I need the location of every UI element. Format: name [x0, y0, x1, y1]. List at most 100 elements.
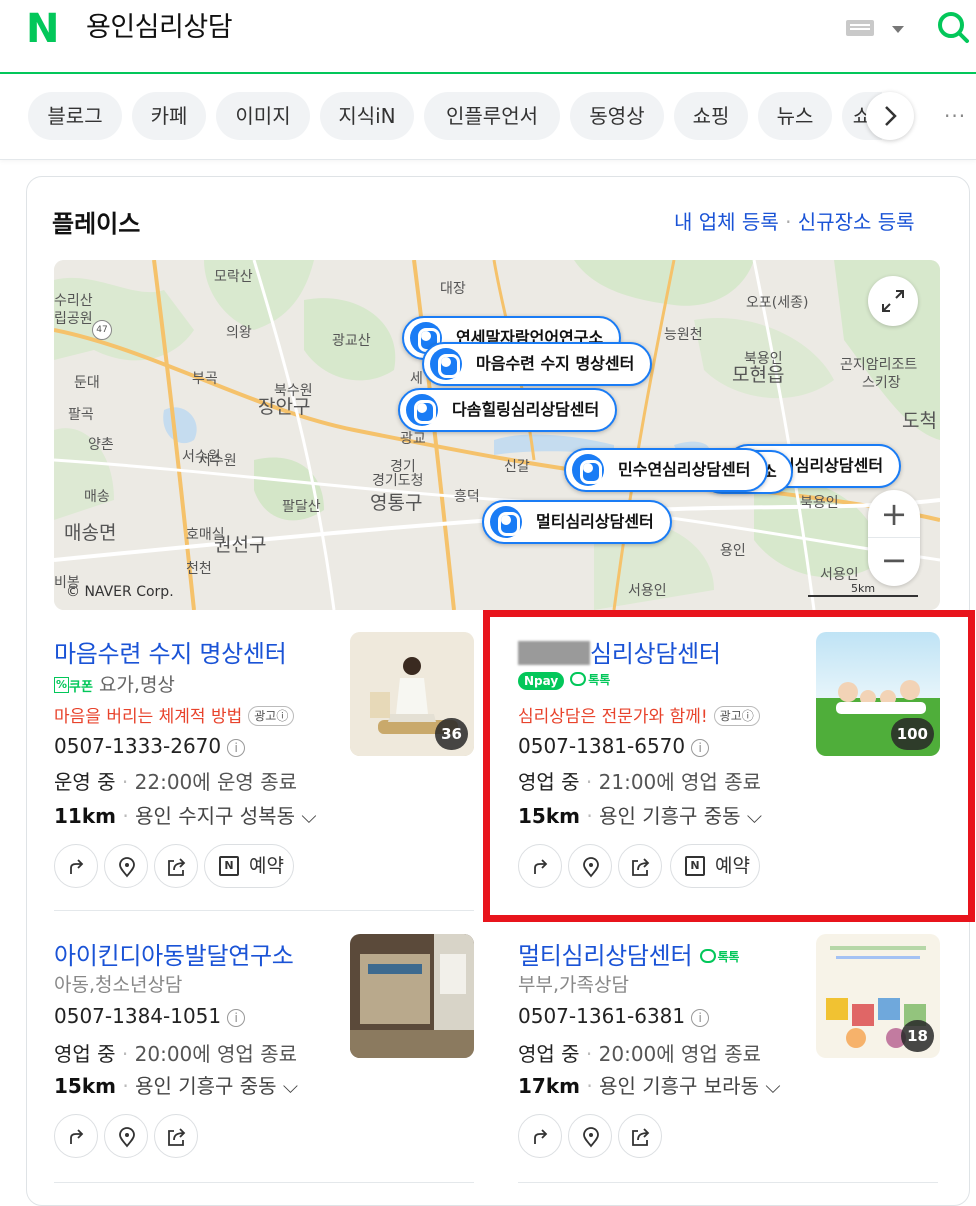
- listing-title[interactable]: 멀티심리상담센터 톡톡: [518, 936, 739, 971]
- map-label: 경기: [390, 459, 416, 475]
- register-new-place-link[interactable]: 신규장소 등록: [798, 210, 915, 234]
- tab-news[interactable]: 뉴스: [758, 92, 832, 140]
- keyboard-icon[interactable]: [846, 20, 874, 36]
- map-pin[interactable]: 민수연심리상담센터: [564, 448, 769, 492]
- directions-button[interactable]: [518, 1114, 562, 1158]
- map-label: 능원천: [664, 327, 703, 343]
- map-label: 북수원: [274, 383, 313, 399]
- tab-video[interactable]: 동영상: [570, 92, 664, 140]
- tab-blog[interactable]: 블로그: [28, 92, 122, 140]
- directions-icon: [534, 1129, 548, 1144]
- ad-badge[interactable]: 광고ⓘ: [248, 706, 295, 726]
- search-query[interactable]: 용인심리상담: [86, 10, 233, 46]
- listing-hours: 운영 중 · 22:00에 운영 종료: [54, 770, 297, 794]
- share-button[interactable]: [154, 1114, 198, 1158]
- directions-button[interactable]: [54, 1114, 98, 1158]
- tab-influencer[interactable]: 인플루언서: [424, 92, 560, 140]
- listing-phone: 0507-1384-1051 i: [54, 1004, 246, 1028]
- listing-thumbnail[interactable]: 36: [350, 632, 474, 756]
- map-label: 둔대: [74, 375, 100, 391]
- listing-thumbnail[interactable]: [350, 934, 474, 1058]
- map-label: 모락산: [214, 269, 253, 285]
- divider: [54, 1182, 474, 1183]
- location-icon: [119, 857, 135, 878]
- expand-map-button[interactable]: [868, 276, 918, 326]
- reserve-button[interactable]: N 예약: [204, 844, 294, 888]
- location-button[interactable]: [104, 1114, 148, 1158]
- map-label: 곤지암리조트: [840, 357, 918, 373]
- location-button[interactable]: [568, 1114, 612, 1158]
- location-pin-icon: [430, 348, 462, 380]
- location-button[interactable]: [104, 844, 148, 888]
- location-pin-icon: [490, 506, 522, 538]
- map-label: 북용인: [800, 495, 839, 511]
- map-label: 용인: [720, 543, 746, 559]
- share-icon: [632, 1128, 650, 1146]
- tab-image[interactable]: 이미지: [216, 92, 310, 140]
- listing-category: 아동,청소년상담: [54, 974, 183, 996]
- coupon-icon: %: [54, 677, 70, 693]
- chevron-down-icon[interactable]: [892, 26, 904, 33]
- listing-phone: 0507-1361-6381 i: [518, 1004, 710, 1028]
- listing-distance[interactable]: 11km · 용인 수지구 성복동 ⌵: [54, 800, 317, 829]
- map-pin[interactable]: 다솜힐링심리상담센터: [398, 388, 618, 432]
- map-label: 서수원: [198, 453, 237, 469]
- tabs-next-button[interactable]: [866, 92, 914, 140]
- map-label: 매송면: [64, 522, 117, 544]
- map-label: 신갈: [504, 459, 530, 475]
- map-label: 서용인: [820, 567, 859, 583]
- more-icon[interactable]: ···: [944, 104, 966, 128]
- listing-title[interactable]: 마음수련 수지 명상센터: [54, 634, 287, 669]
- share-button[interactable]: [154, 844, 198, 888]
- register-my-business-link[interactable]: 내 업체 등록: [674, 210, 779, 234]
- photo-count-badge: 18: [901, 1020, 934, 1052]
- map-label: 모현읍: [732, 364, 785, 386]
- map-label: 수리산: [54, 293, 93, 309]
- tab-shopping[interactable]: 쇼핑: [674, 92, 748, 140]
- listing-promo: 마음을 버리는 체계적 방법 광고ⓘ: [54, 702, 295, 727]
- map-label: 오포(세종): [746, 295, 809, 311]
- zoom-in-button[interactable]: +: [868, 490, 920, 538]
- naver-logo[interactable]: N: [26, 9, 64, 49]
- chat-icon: [699, 949, 716, 963]
- map-pin[interactable]: 멀티심리상담센터: [482, 500, 672, 544]
- map-label: 의왕: [226, 325, 252, 341]
- listing-phone: 0507-1333-2670 i: [54, 734, 246, 758]
- info-icon[interactable]: i: [227, 739, 246, 757]
- map-label: 권선구: [214, 534, 267, 556]
- expand-icon: [882, 290, 904, 312]
- map[interactable]: 47 모락산 수리산 립공원 의왕 광교산 부곡 둔대 팔곡 양촌 서수원 매송…: [54, 260, 940, 610]
- map-pin[interactable]: 마음수련 수지 명상센터: [422, 342, 653, 386]
- map-scale: 5km: [808, 582, 918, 597]
- chevron-right-icon: [885, 106, 897, 126]
- directions-button[interactable]: [54, 844, 98, 888]
- location-icon: [119, 1127, 135, 1148]
- zoom-out-button[interactable]: −: [868, 538, 920, 586]
- zoom-control: + −: [868, 490, 920, 586]
- map-label: 대장: [440, 281, 466, 297]
- highlight-box: [483, 610, 975, 922]
- map-label: 영통구: [370, 492, 423, 514]
- search-header: N 용인심리상담: [0, 0, 976, 74]
- share-button[interactable]: [618, 1114, 662, 1158]
- map-copyright: © NAVER Corp.: [66, 584, 174, 600]
- search-icon[interactable]: [936, 10, 970, 44]
- location-icon: [583, 1127, 599, 1148]
- register-links: 내 업체 등록 · 신규장소 등록: [674, 210, 915, 234]
- tab-kin[interactable]: 지식iN: [320, 92, 414, 140]
- listing-title[interactable]: 아이킨디아동발달연구소: [54, 936, 294, 971]
- map-label: 스키장: [862, 375, 901, 391]
- info-icon[interactable]: i: [691, 1009, 710, 1027]
- share-icon: [168, 1128, 186, 1146]
- talktalk-badge[interactable]: 톡톡: [699, 948, 739, 965]
- map-label: 매송: [84, 489, 110, 505]
- info-icon[interactable]: i: [227, 1009, 246, 1027]
- listing-thumbnail[interactable]: 18: [816, 934, 940, 1058]
- map-label: 양촌: [88, 437, 114, 453]
- place-section-title: 플레이스: [52, 210, 141, 238]
- tab-cafe[interactable]: 카페: [132, 92, 206, 140]
- map-label: 서용인: [628, 583, 667, 599]
- listing-distance[interactable]: 17km · 용인 기흥구 보라동 ⌵: [518, 1070, 781, 1099]
- photo-count-badge: 36: [435, 718, 468, 750]
- listing-distance[interactable]: 15km · 용인 기흥구 중동 ⌵: [54, 1070, 298, 1099]
